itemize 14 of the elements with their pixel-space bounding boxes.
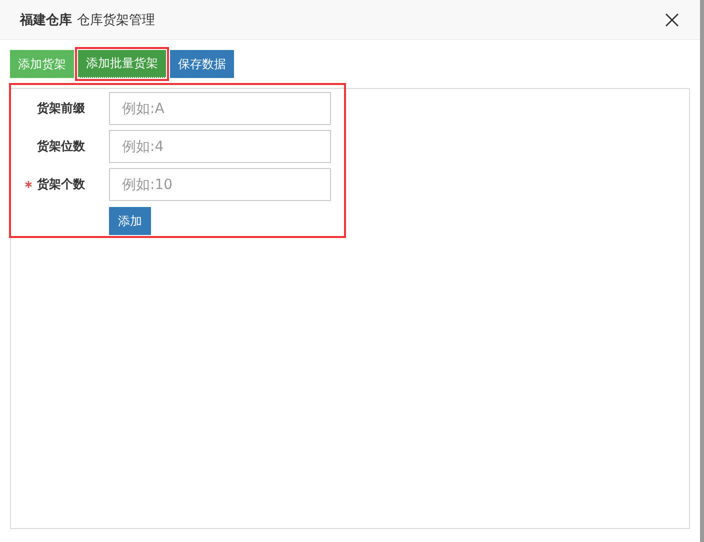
field-label: 货架位数 xyxy=(37,138,85,155)
input-field[interactable]: 例如:4 xyxy=(109,130,331,163)
toolbar-button[interactable]: 添加货架 xyxy=(10,50,74,78)
input-field[interactable]: 例如:10 xyxy=(109,168,331,201)
add-button[interactable]: 添加 xyxy=(109,207,151,235)
toolbar-button[interactable]: 保存数据 xyxy=(170,50,234,78)
required-icon xyxy=(25,181,32,188)
field-label: 货架个数 xyxy=(37,176,85,193)
input-field[interactable]: 例如:A xyxy=(109,92,331,125)
window-title: 福建仓库 xyxy=(20,12,72,28)
toolbar-button[interactable]: 添加批量货架 xyxy=(78,50,166,78)
field-label: 货架前缀 xyxy=(37,100,85,117)
close-icon[interactable] xyxy=(665,12,679,26)
window-subtitle: 仓库货架管理 xyxy=(77,12,155,28)
